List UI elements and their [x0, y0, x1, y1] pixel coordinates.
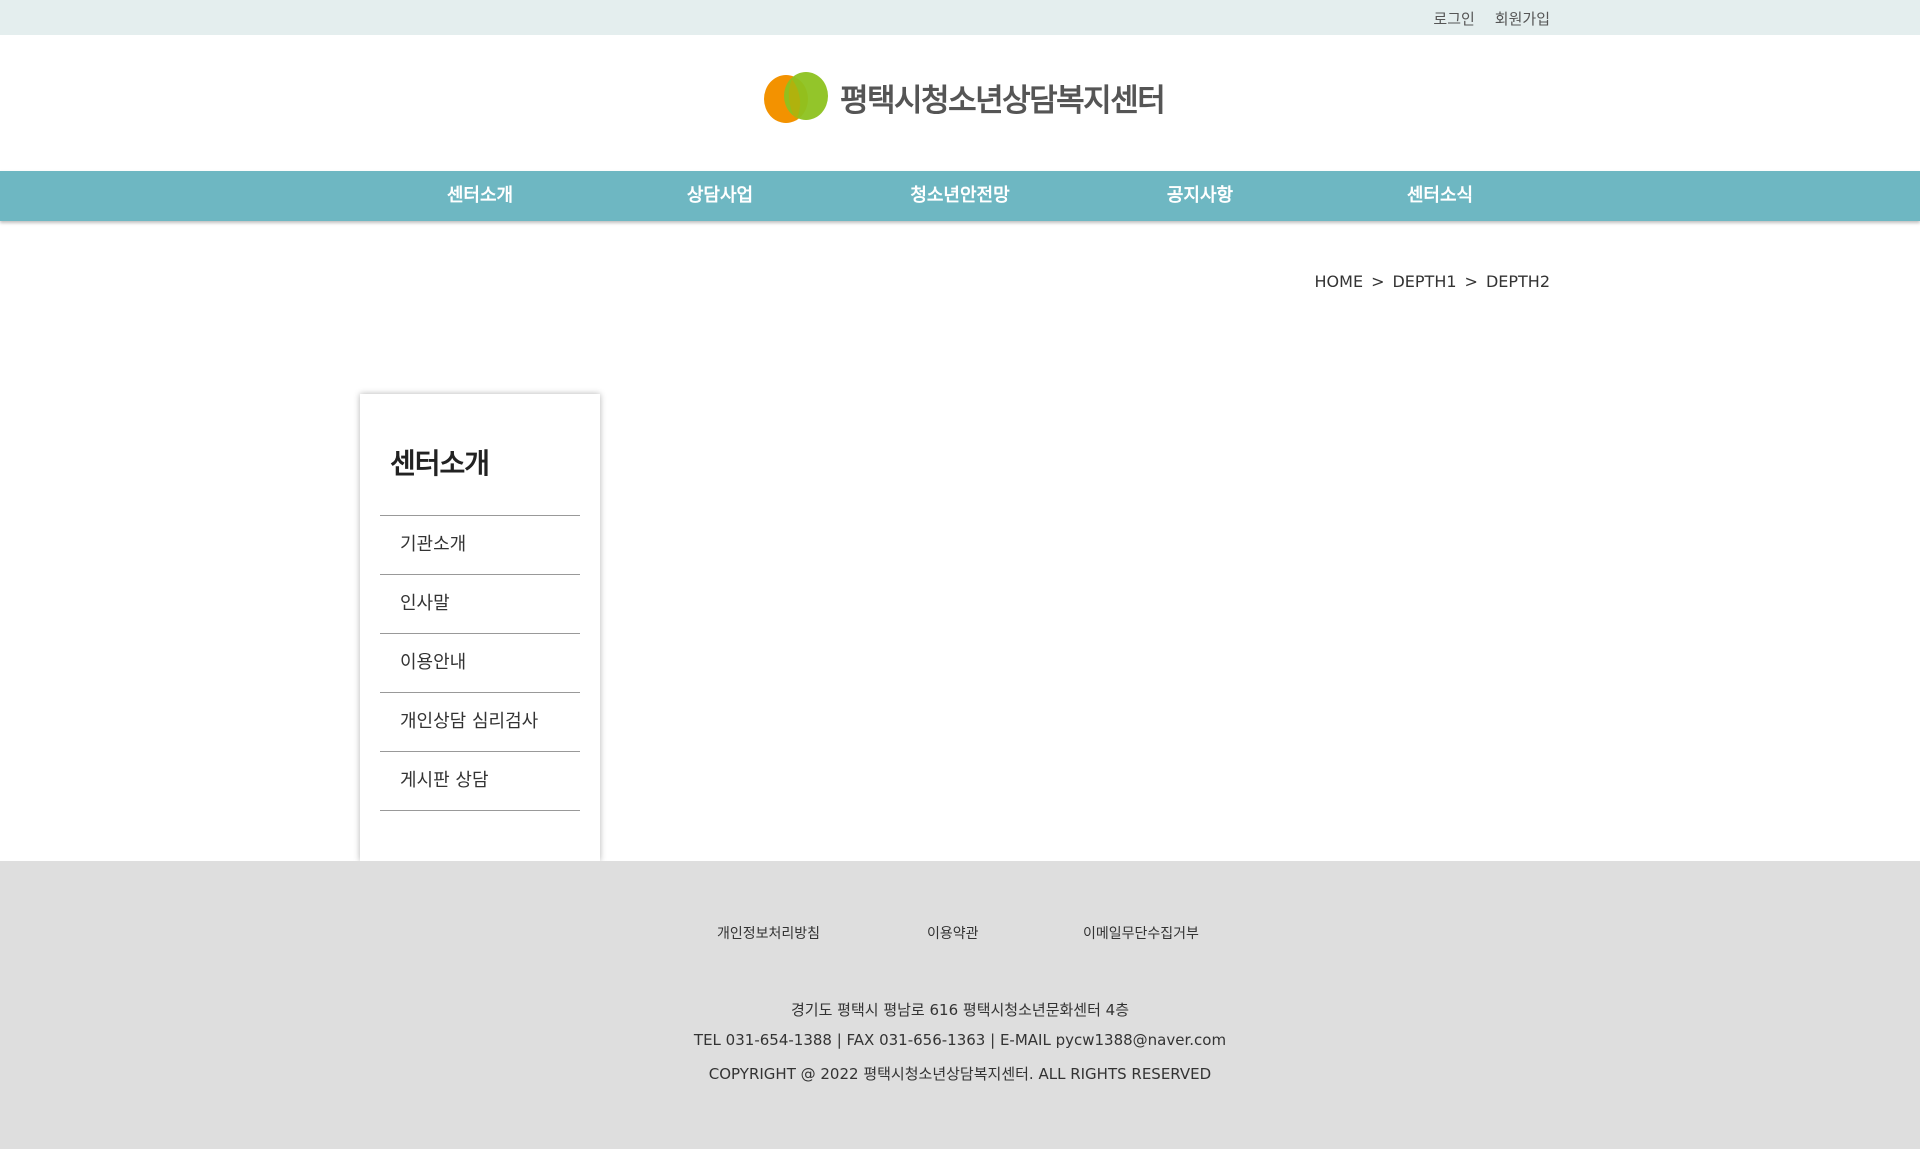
side-menu-item-agency-intro[interactable]: 기관소개 [380, 516, 580, 575]
footer-link-email-refusal[interactable]: 이메일무단수집거부 [1083, 923, 1199, 943]
footer-contact: TEL 031-654-1388 | FAX 031-656-1363 | E-… [693, 1031, 1227, 1049]
logo-heart-icon [762, 69, 830, 125]
utility-links: 로그인 회원가입 [1433, 8, 1550, 29]
footer-copyright: COPYRIGHT @ 2022 평택시청소년상담복지센터. ALL RIGHT… [708, 1065, 1212, 1083]
breadcrumb: HOME > DEPTH1 > DEPTH2 [1315, 272, 1550, 291]
login-link[interactable]: 로그인 [1433, 8, 1474, 29]
nav-notice[interactable]: 공지사항 [1080, 171, 1320, 221]
breadcrumb-separator: > [1464, 272, 1478, 291]
side-menu-item-usage-guide[interactable]: 이용안내 [380, 634, 580, 693]
main-navigation: 센터소개 상담사업 청소년안전망 공지사항 센터소식 [0, 171, 1920, 221]
site-logo[interactable]: 평택시청소년상담복지센터 [762, 69, 1166, 125]
footer: 개인정보처리방침 이용약관 이메일무단수집거부 경기도 평택시 평남로 616 … [0, 861, 1920, 1149]
side-menu: 센터소개 기관소개 인사말 이용안내 개인상담 심리검사 게시판 상담 [360, 394, 600, 861]
signup-link[interactable]: 회원가입 [1495, 8, 1550, 29]
side-menu-item-greeting[interactable]: 인사말 [380, 575, 580, 634]
breadcrumb-separator: > [1371, 272, 1385, 291]
side-menu-list: 기관소개 인사말 이용안내 개인상담 심리검사 게시판 상담 [380, 515, 580, 811]
nav-counseling[interactable]: 상담사업 [600, 171, 840, 221]
side-menu-item-board-counseling[interactable]: 게시판 상담 [380, 752, 580, 811]
side-menu-item-personal-counseling[interactable]: 개인상담 심리검사 [380, 693, 580, 752]
footer-links: 개인정보처리방침 이용약관 이메일무단수집거부 [0, 923, 1920, 943]
top-utility-bar: 로그인 회원가입 [0, 0, 1920, 35]
footer-link-terms[interactable]: 이용약관 [927, 923, 979, 943]
footer-address: 경기도 평택시 평남로 616 평택시청소년문화센터 4층 [790, 1001, 1130, 1019]
nav-center-intro[interactable]: 센터소개 [360, 171, 600, 221]
nav-youth-safety-net[interactable]: 청소년안전망 [840, 171, 1080, 221]
header: 평택시청소년상담복지센터 [0, 35, 1920, 171]
footer-link-privacy[interactable]: 개인정보처리방침 [717, 923, 820, 943]
breadcrumb-depth2[interactable]: DEPTH2 [1486, 272, 1550, 291]
side-menu-title: 센터소개 [390, 447, 490, 480]
logo-text: 평택시청소년상담복지센터 [840, 82, 1166, 119]
nav-center-news[interactable]: 센터소식 [1320, 171, 1560, 221]
breadcrumb-home[interactable]: HOME [1315, 272, 1364, 291]
breadcrumb-depth1[interactable]: DEPTH1 [1392, 272, 1456, 291]
